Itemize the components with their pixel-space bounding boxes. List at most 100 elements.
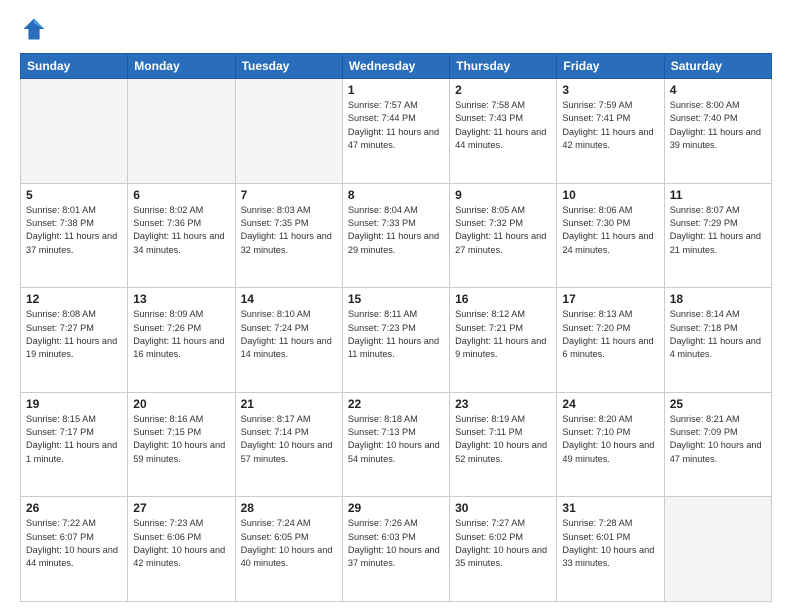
day-number: 24 xyxy=(562,397,658,411)
day-number: 12 xyxy=(26,292,122,306)
day-number: 21 xyxy=(241,397,337,411)
day-info: Sunrise: 8:09 AM Sunset: 7:26 PM Dayligh… xyxy=(133,308,229,361)
day-info: Sunrise: 8:18 AM Sunset: 7:13 PM Dayligh… xyxy=(348,413,444,466)
calendar-cell: 11 Sunrise: 8:07 AM Sunset: 7:29 PM Dayli… xyxy=(664,183,771,288)
day-number: 19 xyxy=(26,397,122,411)
day-info: Sunrise: 7:58 AM Sunset: 7:43 PM Dayligh… xyxy=(455,99,551,152)
calendar-cell: 21 Sunrise: 8:17 AM Sunset: 7:14 PM Dayli… xyxy=(235,392,342,497)
day-number: 23 xyxy=(455,397,551,411)
day-info: Sunrise: 7:22 AM Sunset: 6:07 PM Dayligh… xyxy=(26,517,122,570)
day-info: Sunrise: 8:00 AM Sunset: 7:40 PM Dayligh… xyxy=(670,99,766,152)
calendar-cell: 31Sunrise: 7:28 AM Sunset: 6:01 PM Dayli… xyxy=(557,497,664,602)
calendar-cell: 28Sunrise: 7:24 AM Sunset: 6:05 PM Dayli… xyxy=(235,497,342,602)
day-number: 31 xyxy=(562,501,658,515)
calendar-cell xyxy=(664,497,771,602)
day-info: Sunrise: 8:02 AM Sunset: 7:36 PM Dayligh… xyxy=(133,204,229,257)
calendar-day-header: Wednesday xyxy=(342,54,449,79)
day-info: Sunrise: 8:10 AM Sunset: 7:24 PM Dayligh… xyxy=(241,308,337,361)
day-number: 6 xyxy=(133,188,229,202)
day-number: 30 xyxy=(455,501,551,515)
calendar-cell: 5 Sunrise: 8:01 AM Sunset: 7:38 PM Daylig… xyxy=(21,183,128,288)
day-info: Sunrise: 8:13 AM Sunset: 7:20 PM Dayligh… xyxy=(562,308,658,361)
day-info: Sunrise: 7:23 AM Sunset: 6:06 PM Dayligh… xyxy=(133,517,229,570)
day-number: 4 xyxy=(670,83,766,97)
day-info: Sunrise: 8:19 AM Sunset: 7:11 PM Dayligh… xyxy=(455,413,551,466)
calendar-cell: 14Sunrise: 8:10 AM Sunset: 7:24 PM Dayli… xyxy=(235,288,342,393)
day-info: Sunrise: 8:04 AM Sunset: 7:33 PM Dayligh… xyxy=(348,204,444,257)
day-number: 16 xyxy=(455,292,551,306)
calendar-day-header: Tuesday xyxy=(235,54,342,79)
day-info: Sunrise: 7:57 AM Sunset: 7:44 PM Dayligh… xyxy=(348,99,444,152)
calendar-cell: 9Sunrise: 8:05 AM Sunset: 7:32 PM Daylig… xyxy=(450,183,557,288)
day-number: 1 xyxy=(348,83,444,97)
day-info: Sunrise: 8:11 AM Sunset: 7:23 PM Dayligh… xyxy=(348,308,444,361)
day-number: 7 xyxy=(241,188,337,202)
day-info: Sunrise: 8:08 AM Sunset: 7:27 PM Dayligh… xyxy=(26,308,122,361)
calendar-week-row: 1 Sunrise: 7:57 AM Sunset: 7:44 PM Daylig… xyxy=(21,79,772,184)
calendar-cell: 16 Sunrise: 8:12 AM Sunset: 7:21 PM Dayli… xyxy=(450,288,557,393)
day-number: 8 xyxy=(348,188,444,202)
calendar-cell: 30 Sunrise: 7:27 AM Sunset: 6:02 PM Dayli… xyxy=(450,497,557,602)
calendar-cell: 13 Sunrise: 8:09 AM Sunset: 7:26 PM Dayli… xyxy=(128,288,235,393)
page: SundayMondayTuesdayWednesdayThursdayFrid… xyxy=(0,0,792,612)
calendar-day-header: Saturday xyxy=(664,54,771,79)
calendar-cell: 6 Sunrise: 8:02 AM Sunset: 7:36 PM Daylig… xyxy=(128,183,235,288)
calendar-week-row: 19 Sunrise: 8:15 AM Sunset: 7:17 PM Dayli… xyxy=(21,392,772,497)
day-info: Sunrise: 8:12 AM Sunset: 7:21 PM Dayligh… xyxy=(455,308,551,361)
calendar-cell: 20 Sunrise: 8:16 AM Sunset: 7:15 PM Dayli… xyxy=(128,392,235,497)
calendar-cell: 4 Sunrise: 8:00 AM Sunset: 7:40 PM Daylig… xyxy=(664,79,771,184)
day-number: 11 xyxy=(670,188,766,202)
calendar-cell xyxy=(235,79,342,184)
day-number: 22 xyxy=(348,397,444,411)
day-info: Sunrise: 8:15 AM Sunset: 7:17 PM Dayligh… xyxy=(26,413,122,466)
day-number: 15 xyxy=(348,292,444,306)
day-number: 13 xyxy=(133,292,229,306)
day-info: Sunrise: 8:06 AM Sunset: 7:30 PM Dayligh… xyxy=(562,204,658,257)
day-number: 28 xyxy=(241,501,337,515)
day-number: 5 xyxy=(26,188,122,202)
day-info: Sunrise: 8:01 AM Sunset: 7:38 PM Dayligh… xyxy=(26,204,122,257)
day-info: Sunrise: 8:14 AM Sunset: 7:18 PM Dayligh… xyxy=(670,308,766,361)
calendar-cell: 23 Sunrise: 8:19 AM Sunset: 7:11 PM Dayli… xyxy=(450,392,557,497)
calendar-day-header: Thursday xyxy=(450,54,557,79)
day-info: Sunrise: 8:05 AM Sunset: 7:32 PM Dayligh… xyxy=(455,204,551,257)
calendar-cell: 25Sunrise: 8:21 AM Sunset: 7:09 PM Dayli… xyxy=(664,392,771,497)
calendar-cell: 27 Sunrise: 7:23 AM Sunset: 6:06 PM Dayli… xyxy=(128,497,235,602)
day-number: 10 xyxy=(562,188,658,202)
day-number: 3 xyxy=(562,83,658,97)
calendar-cell: 17 Sunrise: 8:13 AM Sunset: 7:20 PM Dayli… xyxy=(557,288,664,393)
calendar-cell: 3 Sunrise: 7:59 AM Sunset: 7:41 PM Daylig… xyxy=(557,79,664,184)
calendar-table: SundayMondayTuesdayWednesdayThursdayFrid… xyxy=(20,53,772,602)
calendar-cell: 19 Sunrise: 8:15 AM Sunset: 7:17 PM Dayli… xyxy=(21,392,128,497)
day-info: Sunrise: 7:27 AM Sunset: 6:02 PM Dayligh… xyxy=(455,517,551,570)
calendar-week-row: 12 Sunrise: 8:08 AM Sunset: 7:27 PM Dayli… xyxy=(21,288,772,393)
day-info: Sunrise: 8:16 AM Sunset: 7:15 PM Dayligh… xyxy=(133,413,229,466)
calendar-cell: 10 Sunrise: 8:06 AM Sunset: 7:30 PM Dayli… xyxy=(557,183,664,288)
calendar-week-row: 26 Sunrise: 7:22 AM Sunset: 6:07 PM Dayli… xyxy=(21,497,772,602)
day-number: 18 xyxy=(670,292,766,306)
calendar-cell: 1 Sunrise: 7:57 AM Sunset: 7:44 PM Daylig… xyxy=(342,79,449,184)
day-number: 27 xyxy=(133,501,229,515)
day-number: 29 xyxy=(348,501,444,515)
calendar-cell: 22 Sunrise: 8:18 AM Sunset: 7:13 PM Dayli… xyxy=(342,392,449,497)
calendar-cell: 29 Sunrise: 7:26 AM Sunset: 6:03 PM Dayli… xyxy=(342,497,449,602)
calendar-cell xyxy=(21,79,128,184)
calendar-day-header: Monday xyxy=(128,54,235,79)
calendar-day-header: Sunday xyxy=(21,54,128,79)
day-info: Sunrise: 7:59 AM Sunset: 7:41 PM Dayligh… xyxy=(562,99,658,152)
day-info: Sunrise: 8:17 AM Sunset: 7:14 PM Dayligh… xyxy=(241,413,337,466)
day-number: 26 xyxy=(26,501,122,515)
calendar-header-row: SundayMondayTuesdayWednesdayThursdayFrid… xyxy=(21,54,772,79)
day-number: 20 xyxy=(133,397,229,411)
calendar-week-row: 5 Sunrise: 8:01 AM Sunset: 7:38 PM Daylig… xyxy=(21,183,772,288)
day-info: Sunrise: 8:03 AM Sunset: 7:35 PM Dayligh… xyxy=(241,204,337,257)
calendar-cell: 8 Sunrise: 8:04 AM Sunset: 7:33 PM Daylig… xyxy=(342,183,449,288)
day-number: 17 xyxy=(562,292,658,306)
calendar-cell: 12 Sunrise: 8:08 AM Sunset: 7:27 PM Dayli… xyxy=(21,288,128,393)
day-number: 2 xyxy=(455,83,551,97)
calendar-cell: 26 Sunrise: 7:22 AM Sunset: 6:07 PM Dayli… xyxy=(21,497,128,602)
day-info: Sunrise: 7:26 AM Sunset: 6:03 PM Dayligh… xyxy=(348,517,444,570)
calendar-cell: 7 Sunrise: 8:03 AM Sunset: 7:35 PM Daylig… xyxy=(235,183,342,288)
day-number: 25 xyxy=(670,397,766,411)
day-info: Sunrise: 8:07 AM Sunset: 7:29 PM Dayligh… xyxy=(670,204,766,257)
